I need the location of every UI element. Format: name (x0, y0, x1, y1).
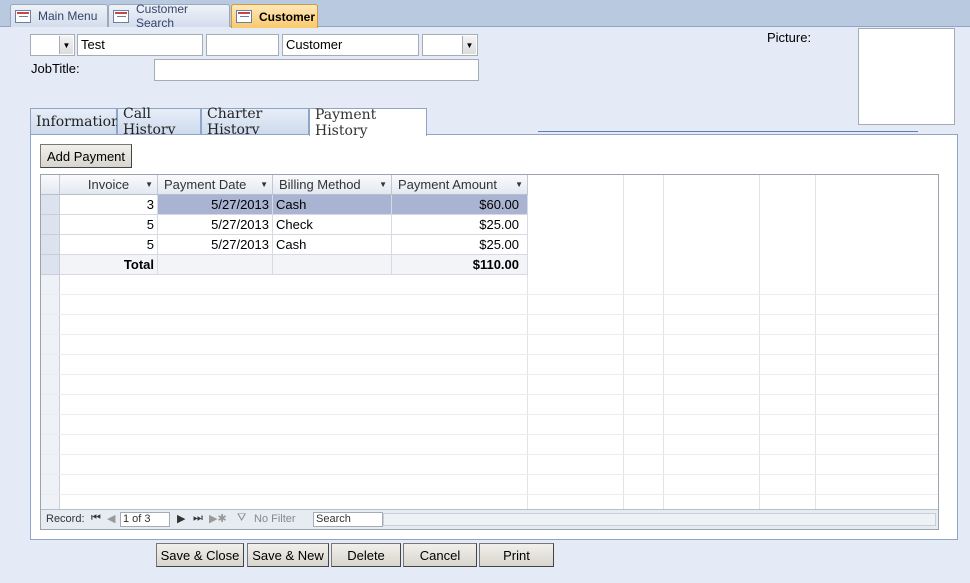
payment-date-cell[interactable]: 5/27/2013 (158, 215, 273, 235)
chevron-down-icon[interactable]: ▼ (260, 175, 268, 194)
doc-tab-label: Main Menu (38, 9, 98, 23)
picture-box[interactable] (858, 28, 955, 125)
form-icon (236, 10, 252, 23)
grid-line (41, 494, 938, 495)
chevron-down-icon[interactable]: ▼ (59, 36, 73, 54)
delete-button[interactable]: Delete (331, 543, 401, 567)
chevron-down-icon[interactable]: ▼ (145, 175, 153, 194)
first-record-icon[interactable]: ⏮ (91, 512, 101, 525)
add-payment-button[interactable]: Add Payment (40, 144, 132, 168)
save-new-button[interactable]: Save & New (247, 543, 329, 567)
total-empty-cell (273, 255, 392, 275)
payment-amount-cell[interactable]: $25.00 (392, 235, 528, 255)
chevron-down-icon[interactable]: ▼ (379, 175, 387, 194)
jobtitle-field[interactable] (154, 59, 479, 81)
grid-line (41, 394, 938, 395)
grid-line (41, 354, 938, 355)
grid-line (663, 175, 664, 509)
column-header-label: Payment Date (164, 177, 247, 192)
cancel-button[interactable]: Cancel (403, 543, 477, 567)
billing-method-cell[interactable]: Cash (273, 195, 392, 215)
column-header-label: Invoice (87, 177, 130, 192)
doc-tab-label: Customer Search (136, 2, 189, 30)
invoice-cell[interactable]: 3 (60, 195, 158, 215)
tab-payment-history[interactable]: Payment History (309, 107, 427, 139)
total-row-selector (41, 255, 60, 275)
grid-line (41, 314, 938, 315)
jobtitle-label: JobTitle: (31, 61, 80, 76)
payment-date-cell[interactable]: 5/27/2013 (158, 195, 273, 215)
total-empty-cell (158, 255, 273, 275)
grid-line (41, 374, 938, 375)
grid-line (623, 175, 624, 509)
invoice-cell[interactable]: 5 (60, 235, 158, 255)
suffix-combo[interactable]: ▼ (422, 34, 478, 56)
total-amount: $110.00 (392, 255, 528, 275)
column-header-label: Billing Method (279, 177, 361, 192)
column-header-payment-amount[interactable]: Payment Amount ▼ (392, 175, 528, 195)
grid-line (41, 454, 938, 455)
tab-information[interactable]: Information (30, 108, 120, 135)
picture-label: Picture: (767, 30, 812, 45)
search-input[interactable]: Search (313, 512, 383, 527)
first-name-field[interactable]: Test (77, 34, 203, 56)
record-selector[interactable] (41, 195, 60, 215)
middle-name-field[interactable] (206, 34, 279, 56)
doc-tab-customer-search[interactable]: Customer Search (108, 2, 230, 30)
column-header-payment-date[interactable]: Payment Date ▼ (158, 175, 273, 195)
payments-datasheet: Invoice ▼ Payment Date ▼ Billing Method … (40, 174, 939, 530)
column-header-invoice[interactable]: Invoice ▼ (60, 175, 158, 195)
doc-tab-main-menu[interactable]: Main Menu (10, 4, 108, 27)
record-label: Record: (46, 513, 85, 525)
grid-line (815, 175, 816, 509)
filter-status[interactable]: No Filter (254, 513, 296, 525)
record-position-field[interactable]: 1 of 3 (120, 512, 170, 527)
record-navigation-bar: Record: ⏮ ◀ 1 of 3 ▶ ⏭ ▶✱ ⛛ No Filter Se… (41, 509, 938, 529)
new-record-icon[interactable]: ▶✱ (209, 512, 227, 525)
tab-call-history[interactable]: Call History (117, 106, 201, 138)
print-button[interactable]: Print (479, 543, 554, 567)
previous-record-icon[interactable]: ◀ (107, 512, 115, 525)
horizontal-scrollbar[interactable] (383, 513, 936, 526)
title-combo[interactable]: ▼ (30, 34, 75, 56)
divider-line (538, 131, 918, 132)
tab-charter-history[interactable]: Charter History (201, 106, 309, 138)
column-header-billing-method[interactable]: Billing Method ▼ (273, 175, 392, 195)
record-selector[interactable] (41, 215, 60, 235)
next-record-icon[interactable]: ▶ (177, 512, 185, 525)
billing-method-cell[interactable]: Check (273, 215, 392, 235)
billing-method-cell[interactable]: Cash (273, 235, 392, 255)
grid-line (41, 474, 938, 475)
grid-line (759, 175, 760, 509)
payment-date-cell[interactable]: 5/27/2013 (158, 235, 273, 255)
column-header-label: Payment Amount (398, 177, 497, 192)
doc-tab-customer[interactable]: Customer (231, 4, 318, 28)
grid-line (41, 414, 938, 415)
doc-tab-label: Customer (259, 9, 316, 24)
form-icon (15, 9, 31, 23)
invoice-cell[interactable]: 5 (60, 215, 158, 235)
select-all-corner[interactable] (41, 175, 60, 195)
chevron-down-icon[interactable]: ▼ (515, 175, 523, 194)
payment-amount-cell[interactable]: $60.00 (392, 195, 528, 215)
grid-line (41, 334, 938, 335)
chevron-down-icon[interactable]: ▼ (462, 36, 476, 54)
grid-line (41, 294, 938, 295)
total-label: Total (60, 255, 158, 275)
form-icon (113, 9, 129, 23)
document-tab-bar: Main Menu Customer Search Customer (0, 0, 970, 30)
payment-amount-cell[interactable]: $25.00 (392, 215, 528, 235)
last-name-field[interactable]: Customer (282, 34, 419, 56)
last-record-icon[interactable]: ⏭ (193, 512, 203, 525)
grid-line (41, 434, 938, 435)
save-close-button[interactable]: Save & Close (156, 543, 244, 567)
record-selector[interactable] (41, 235, 60, 255)
filter-icon: ⛛ (237, 512, 247, 524)
